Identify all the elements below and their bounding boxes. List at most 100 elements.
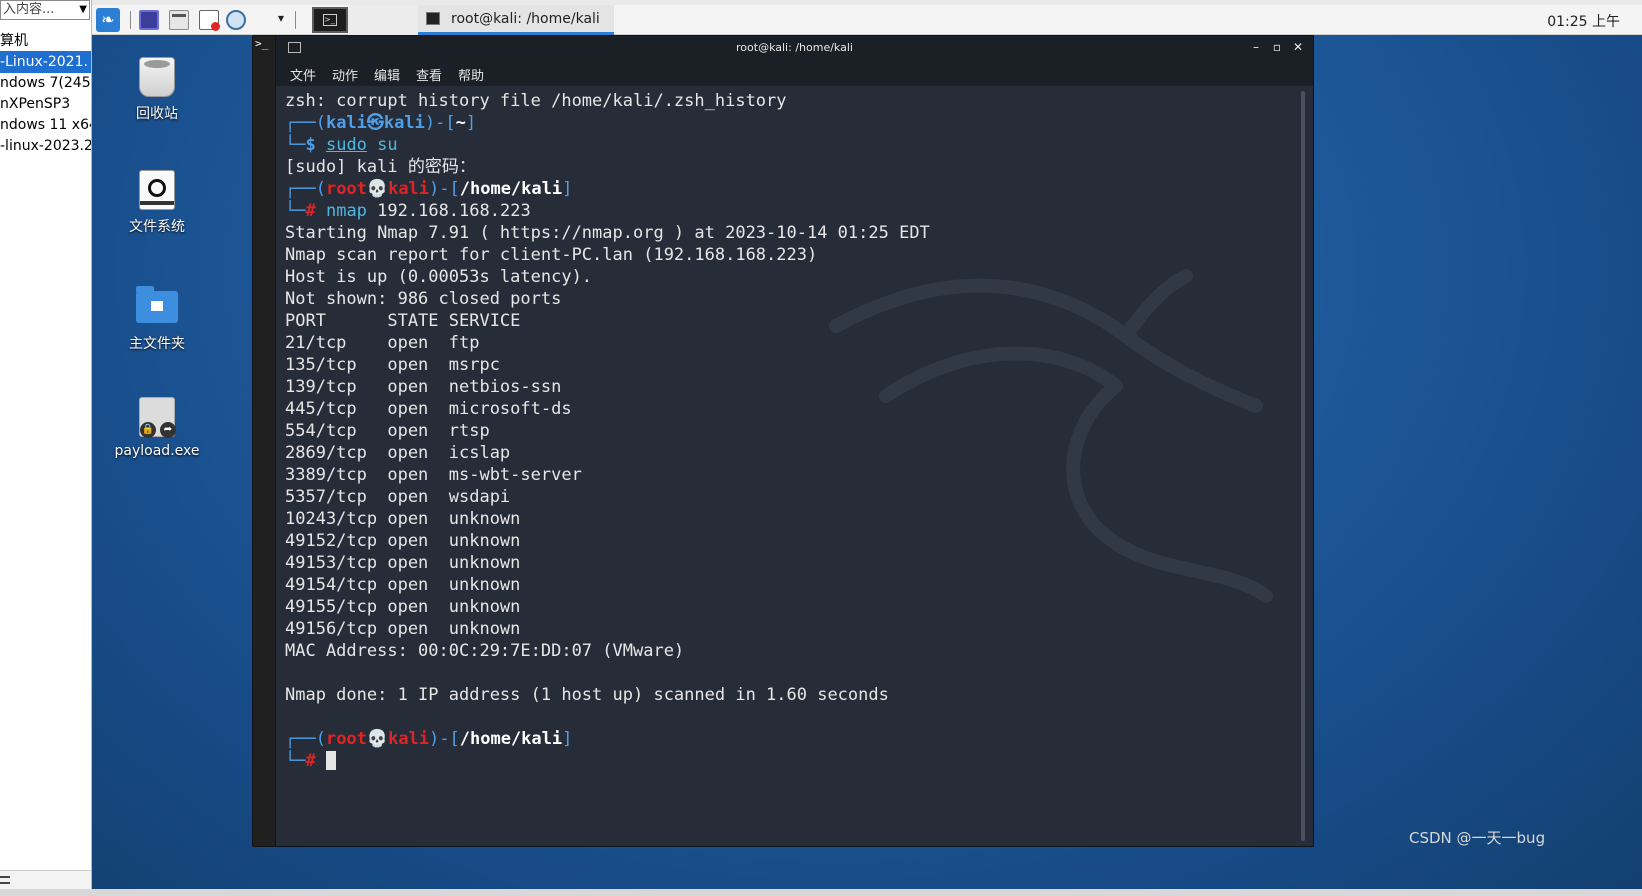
prompt1-user: kali (325, 113, 367, 133)
web-browser-icon[interactable] (226, 10, 246, 30)
desktop-icon-trash[interactable]: 回收站 (107, 57, 207, 123)
output-line: 49156/tcp open unknown (285, 619, 521, 639)
menu-actions[interactable]: 动作 (332, 65, 358, 84)
taskbar-item-terminal[interactable]: root@kali: /home/kali (418, 5, 614, 35)
prompt3-close: ] (562, 729, 573, 749)
trash-icon (139, 57, 175, 97)
panel-clock[interactable]: 01:25 上午 (1547, 11, 1620, 31)
output-line: 49154/tcp open unknown (285, 575, 521, 595)
output-line: 5357/tcp open wsdapi (285, 487, 511, 507)
terminal-output[interactable]: zsh: corrupt history file /home/kali/.zs… (276, 87, 1300, 845)
prompt2-mid: )-[ (429, 179, 460, 199)
output-line: PORT STATE SERVICE (285, 311, 521, 331)
text-cursor (325, 751, 336, 770)
menu-edit[interactable]: 编辑 (374, 65, 400, 84)
terminal-icon: >_ (323, 14, 337, 26)
library-item[interactable]: ndows 11 x64 (0, 114, 91, 136)
skull-icon: 💀 (366, 729, 389, 749)
chevron-down-icon[interactable]: ▼ (79, 1, 87, 19)
prompt1-dir: ~ (455, 113, 466, 133)
terminal-titlebar[interactable]: root@kali: /home/kali – ▫ ✕ (276, 36, 1313, 60)
prompt3-open: ┌──( (285, 729, 326, 749)
menu-file[interactable]: 文件 (290, 65, 316, 84)
output-line: 49152/tcp open unknown (285, 531, 521, 551)
minimize-icon[interactable]: – (1247, 38, 1265, 56)
file-manager-icon[interactable] (169, 10, 189, 30)
output-line: Host is up (0.00053s latency). (285, 267, 593, 287)
prompt1-arrow: └─ (285, 135, 306, 155)
terminal-window[interactable]: root@kali: /home/kali – ▫ ✕ 文件 动作 编辑 查看 … (275, 35, 1314, 847)
scrollbar-grip-icon[interactable] (0, 876, 10, 884)
library-item[interactable]: 算机 (0, 30, 91, 52)
output-line: 49155/tcp open unknown (285, 597, 521, 617)
prompt2-close: ] (562, 179, 573, 199)
output-line: 10243/tcp open unknown (285, 509, 521, 529)
output-line: Not shown: 986 closed ports (285, 289, 562, 309)
kali-top-panel: ❧ >_ ▾ >_ root@kali: /home/kali 01:25 上午 (92, 5, 1642, 847)
library-search-input[interactable]: 入内容... ▼ (0, 0, 90, 20)
output-line: 445/tcp open microsoft-ds (285, 399, 572, 419)
prompt3-host: kali (388, 729, 430, 749)
prompt2-host: kali (388, 179, 430, 199)
prompt2-open: ┌──( (285, 179, 326, 199)
desktop-icon-label: 回收站 (136, 106, 178, 122)
output-line: 554/tcp open rtsp (285, 421, 490, 441)
prompt1-open: ┌──( (285, 113, 326, 133)
history-warning: zsh: corrupt history file /home/kali/.zs… (285, 91, 787, 111)
output-line: Nmap scan report for client-PC.lan (192.… (285, 245, 818, 265)
library-item[interactable]: -linux-2023.2 (0, 135, 91, 157)
output-line: Nmap done: 1 IP address (1 host up) scan… (285, 685, 889, 705)
sudo-password-prompt: [sudo] kali 的密码： (285, 157, 476, 177)
prompt1-host: kali (383, 113, 425, 133)
maximize-icon[interactable]: ▫ (1268, 38, 1286, 56)
vm-library-panel: 入内容... ▼ 算机 -Linux-2021. ndows 7(245. nX… (0, 0, 92, 896)
prompt2-cmd: nmap (325, 201, 367, 221)
prompt2-symbol: # (305, 201, 326, 221)
terminal-title: root@kali: /home/kali (736, 41, 853, 54)
executable-file-icon: 🔒 ➦ (139, 397, 176, 438)
desktop-icon-home[interactable]: 主文件夹 (107, 286, 207, 353)
prompt2-arrow: └─ (285, 201, 306, 221)
output-line: 2869/tcp open icslap (285, 443, 511, 463)
desktop-icon-filesystem[interactable]: 文件系统 (107, 170, 207, 236)
prompt3-dir: /home/kali (459, 729, 563, 749)
terminal-icon (426, 12, 440, 25)
vm-screen[interactable]: ❧ >_ ▾ >_ root@kali: /home/kali 01:25 上午… (92, 5, 1642, 889)
skull-icon: 💀 (366, 179, 389, 199)
menu-view[interactable]: 查看 (416, 65, 442, 84)
output-line: Starting Nmap 7.91 ( https://nmap.org ) … (285, 223, 930, 243)
panel-separator (130, 11, 131, 29)
prompt3-symbol: # (305, 751, 326, 771)
close-icon[interactable]: ✕ (1289, 38, 1307, 56)
library-search-text: 入内容... (3, 2, 55, 17)
desktop-icon-label: 主文件夹 (129, 336, 185, 352)
panel-separator (295, 11, 296, 29)
horizontal-scrollbar[interactable] (0, 870, 91, 890)
terminal-scrollbar[interactable] (1301, 91, 1305, 841)
prompt3-mid: )-[ (429, 729, 460, 749)
workspace-spacer (348, 5, 418, 35)
taskbar-item-label: root@kali: /home/kali (451, 11, 600, 27)
show-desktop-icon[interactable] (139, 10, 159, 30)
workspace-button[interactable]: >_ (312, 7, 348, 33)
kali-menu-icon[interactable]: ❧ (96, 8, 120, 32)
menu-help[interactable]: 帮助 (458, 65, 484, 84)
output-line: 139/tcp open netbios-ssn (285, 377, 562, 397)
prompt1-args: su (366, 135, 398, 155)
output-line: 49153/tcp open unknown (285, 553, 521, 573)
output-line: 3389/tcp open ms-wbt-server (285, 465, 582, 485)
library-item[interactable]: ndows 7(245. (0, 72, 91, 94)
library-item-selected[interactable]: -Linux-2021. (0, 51, 91, 73)
output-line: 135/tcp open msrpc (285, 355, 500, 375)
desktop-icon-label: 文件系统 (129, 219, 185, 235)
text-editor-icon[interactable] (199, 10, 220, 31)
desktop-icon-payload[interactable]: 🔒 ➦ payload.exe (107, 397, 207, 459)
prompt2-args: 192.168.168.223 (366, 201, 531, 221)
terminal-menubar: 文件 动作 编辑 查看 帮助 (276, 60, 1313, 86)
prompt3-arrow: └─ (285, 751, 306, 771)
library-item[interactable]: nXPenSP3 (0, 93, 91, 115)
chevron-down-icon[interactable]: ▾ (278, 11, 284, 25)
output-line: MAC Address: 00:0C:29:7E:DD:07 (VMware) (285, 641, 685, 661)
prompt2-user: root (325, 179, 367, 199)
prompt1-close: ] (465, 113, 477, 133)
